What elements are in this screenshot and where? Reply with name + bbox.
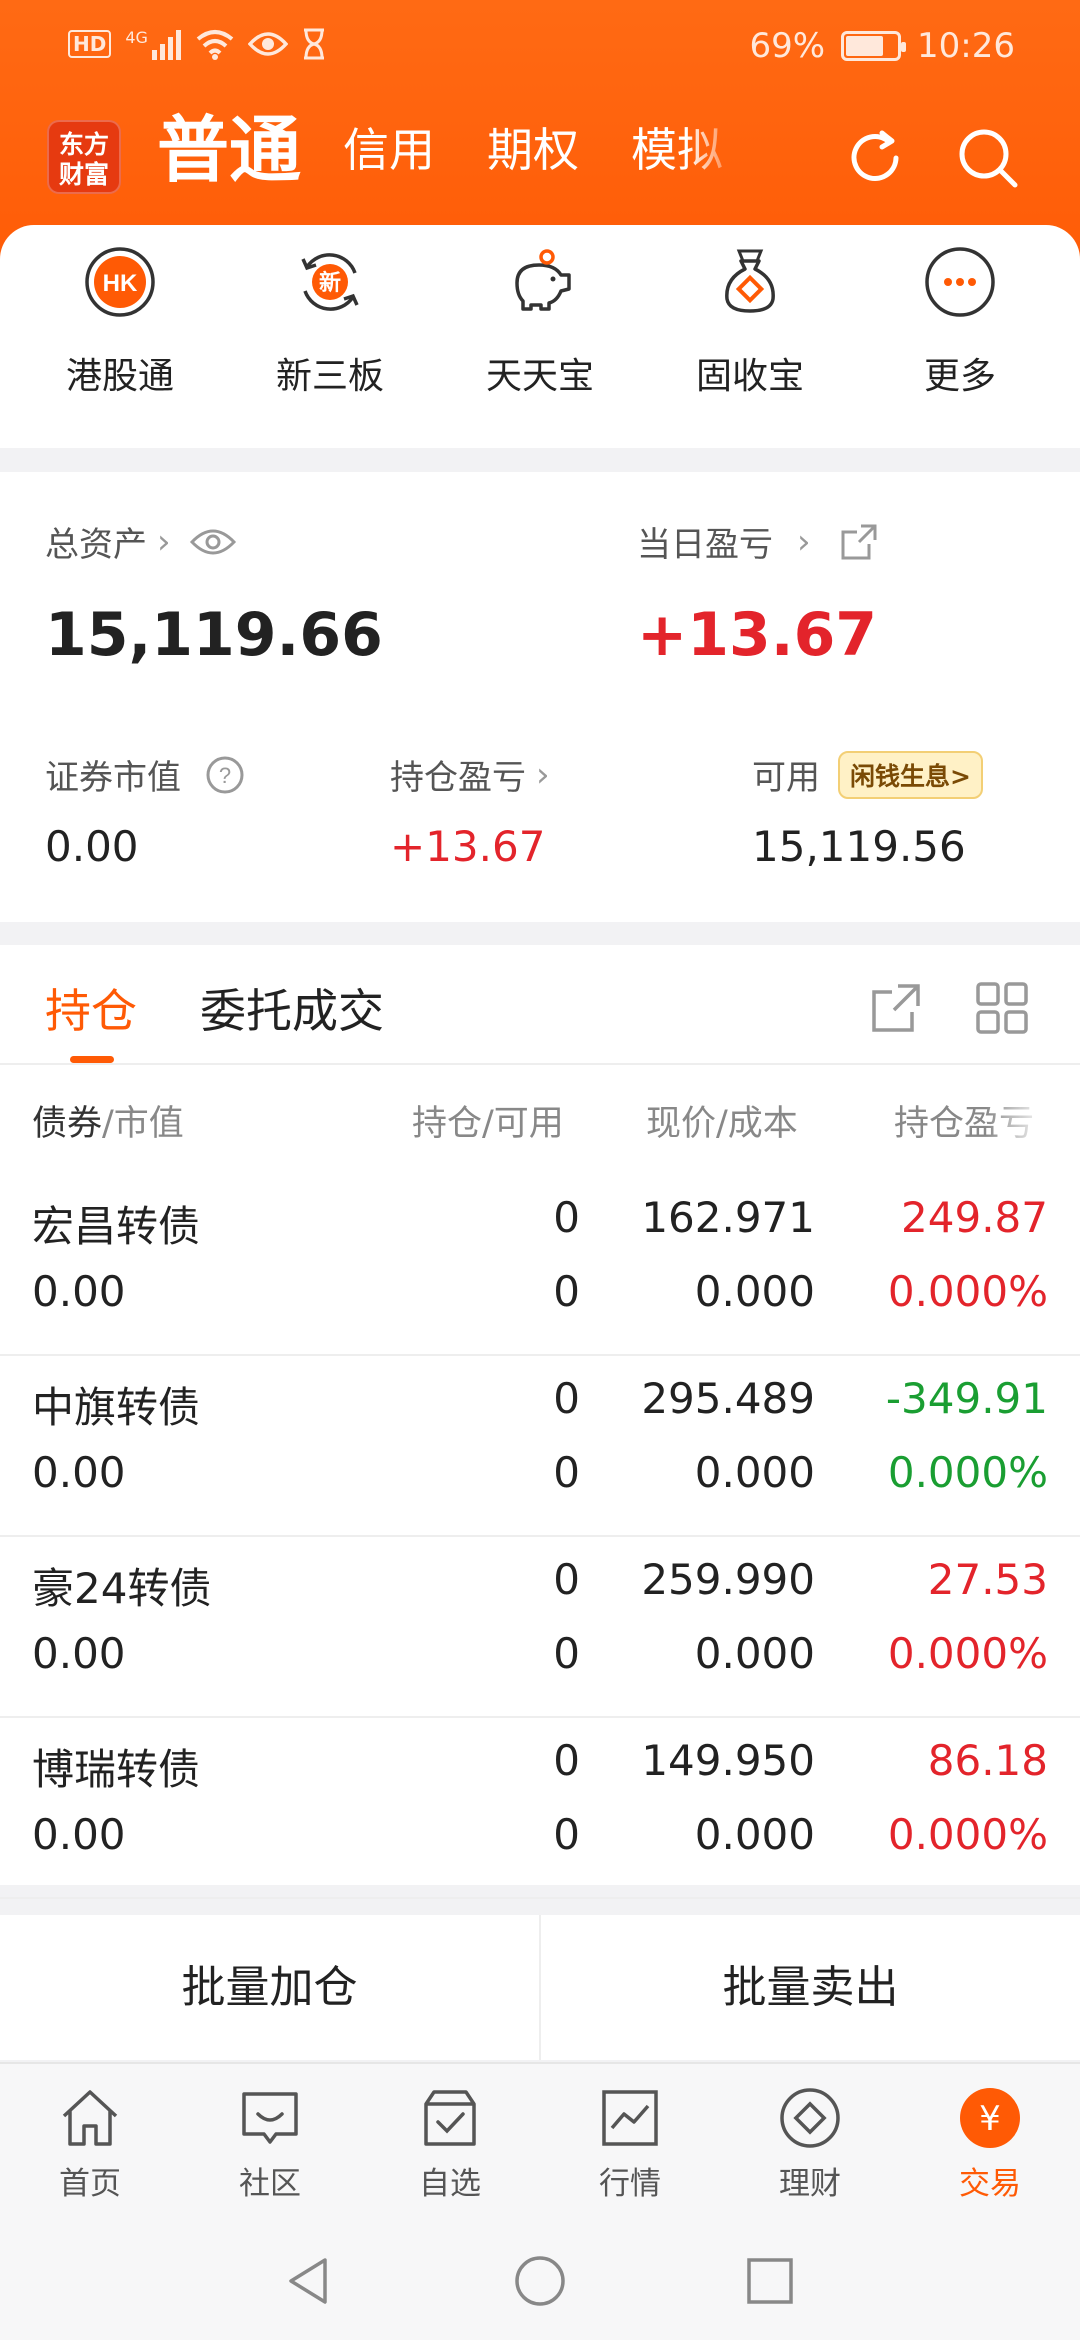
header-position-available: 持仓/可用 [412,1104,564,1144]
wealth-icon [780,2088,840,2148]
community-icon [242,2092,298,2144]
svg-text:¥: ¥ [979,2099,1001,2139]
asset-summary: 总资产 › 15,119.66 当日盈亏 › +13.67 证券市值 ? 0.0… [0,472,1080,922]
securities-value: 0.00 [45,822,139,871]
table-row[interactable]: 博瑞转债 0.00 0 0 149.950 0.000 86.18 0.000% [0,1718,1080,1899]
quick-link-gushoubao[interactable]: 固收宝 [650,245,850,399]
watchlist-icon [424,2090,476,2146]
hk-icon: HK [85,247,155,317]
idle-cash-interest-badge[interactable]: 闲钱生息> [838,750,983,799]
chevron-right-icon: › [157,521,171,562]
table-row[interactable]: 中旗转债 0.00 0 0 295.489 0.000 -349.91 0.00… [0,1356,1080,1537]
securities-value-label: 证券市值 ? [45,750,245,799]
chevron-right-icon: › [536,754,550,795]
quick-link-new-board[interactable]: 新 新三板 [230,245,430,399]
grid-layout-icon[interactable] [974,980,1030,1036]
tab-simulation[interactable]: 模拟 [631,108,723,192]
account-type-tabs: 普通 信用 期权 模拟 [157,108,723,192]
refresh-icon[interactable] [842,125,908,191]
tab-normal[interactable]: 普通 [157,108,301,192]
more-icon [925,247,995,317]
signal-icon [151,30,181,60]
position-pl-label[interactable]: 持仓盈亏 › [390,750,550,799]
table-row[interactable]: 豪24转债 0.00 0 0 259.990 0.000 27.53 0.000… [0,1537,1080,1718]
quick-link-more[interactable]: 更多 [860,245,1060,399]
trade-icon: ¥ [960,2088,1020,2148]
back-icon[interactable] [283,2254,333,2308]
nav-home[interactable]: 首页 [0,2084,180,2203]
total-assets-label[interactable]: 总资产 › [45,517,237,566]
tab-credit[interactable]: 信用 [343,108,435,192]
market-icon [602,2090,658,2146]
batch-add-button[interactable]: 批量加仓 [0,1915,539,2060]
nav-market[interactable]: 行情 [540,2084,720,2203]
tab-options[interactable]: 期权 [487,108,579,192]
share-icon[interactable] [868,980,924,1036]
clock: 10:26 [917,26,1015,66]
recents-icon[interactable] [745,2256,795,2306]
piggy-bank-icon [515,249,571,311]
daily-pl-value: +13.67 [637,600,878,670]
header-position-pl: 持仓盈亏 [894,1104,1035,1144]
holdings-tabs: 持仓 委托成交 [0,945,1080,1065]
network-type: 4G [125,27,148,47]
chevron-right-icon: › [797,521,811,562]
nav-watchlist[interactable]: 自选 [360,2084,540,2203]
bottom-nav: 首页 社区 自选 行情 理财 ¥ 交易 [0,2062,1080,2216]
home-icon [62,2090,118,2146]
available-label: 可用 闲钱生息> [752,750,983,799]
tab-positions[interactable]: 持仓 [45,975,137,1041]
quick-links: HK 港股通 新 新三板 天天宝 固收宝 更多 [0,225,1080,448]
status-bar: HD 4G 69% 10:26 [0,0,1080,95]
quick-link-tiantianbao[interactable]: 天天宝 [440,245,640,399]
system-navigation-bar [0,2216,1080,2340]
eye-icon [247,32,288,56]
tab-orders-trades[interactable]: 委托成交 [200,975,384,1041]
nav-trade[interactable]: ¥ 交易 [900,2084,1080,2203]
total-assets-value: 15,119.66 [45,600,383,670]
home-circle-icon[interactable] [513,2254,567,2308]
available-value: 15,119.56 [752,822,966,871]
position-pl-value: +13.67 [390,822,546,871]
app-logo[interactable]: 东方 财富 [47,120,121,194]
help-icon[interactable]: ? [205,755,245,795]
battery-percent: 69% [749,26,826,66]
svg-text:HK: HK [103,270,138,297]
batch-actions: 批量加仓 批量卖出 [0,1915,1080,2060]
new-board-icon: 新 [301,253,359,311]
eye-icon[interactable] [189,526,237,558]
nav-community[interactable]: 社区 [180,2084,360,2203]
hd-icon: HD [68,30,112,58]
battery-icon [841,31,907,61]
batch-sell-button[interactable]: 批量卖出 [541,1915,1080,2060]
header-price-cost: 现价/成本 [646,1104,798,1144]
money-bag-icon [725,249,775,313]
hourglass-icon [303,28,324,60]
svg-text:?: ? [219,763,231,788]
quick-link-hk[interactable]: HK 港股通 [20,245,220,399]
search-icon[interactable] [955,125,1021,191]
nav-wealth[interactable]: 理财 [720,2084,900,2203]
table-row[interactable]: 宏昌转债 0.00 0 0 162.971 0.000 249.87 0.000… [0,1175,1080,1356]
wifi-icon [196,30,234,60]
holdings-panel: 持仓 委托成交 债券/市值 持仓/可用 现价/成本 持仓盈亏 宏昌转债 0.00… [0,945,1080,1899]
daily-pl-label[interactable]: 当日盈亏 › [637,517,879,566]
active-tab-indicator [70,1056,114,1063]
svg-text:新: 新 [319,270,341,296]
share-icon[interactable] [839,522,879,562]
header-bond-market-value: 债券/市值 [32,1104,184,1144]
